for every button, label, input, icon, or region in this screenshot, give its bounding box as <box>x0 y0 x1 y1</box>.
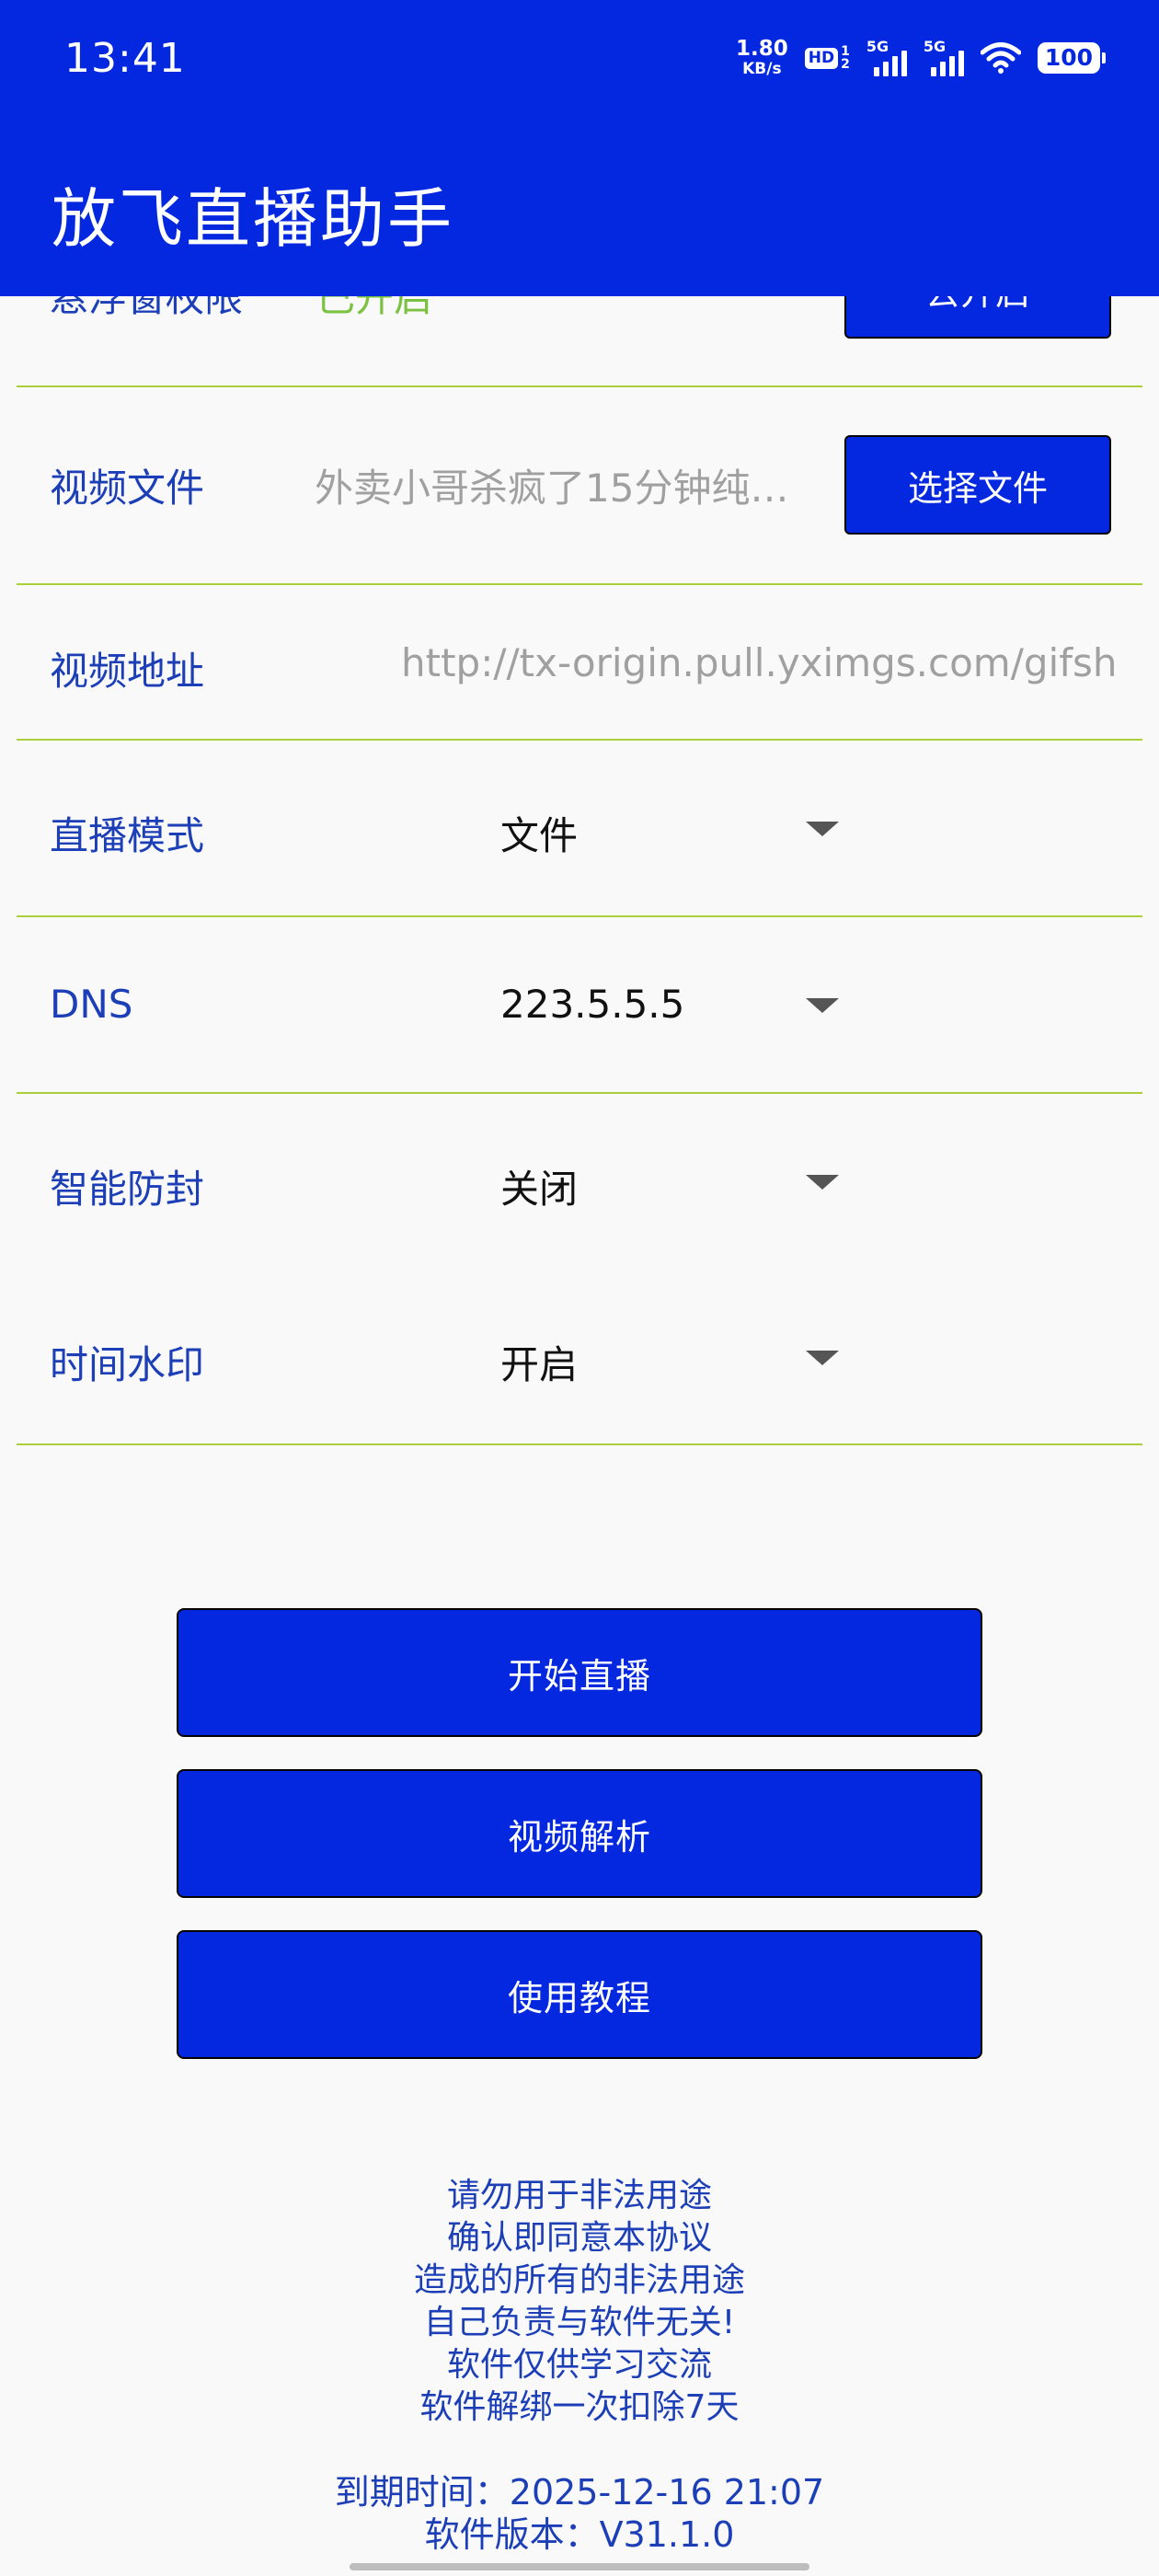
chevron-down-icon[interactable] <box>806 1351 839 1365</box>
time-watermark-select[interactable]: 开启 <box>500 1334 578 1390</box>
signal-icon-sim1: 5G <box>866 38 907 76</box>
signal2-label: 5G <box>923 38 947 55</box>
home-indicator[interactable] <box>350 2563 809 2570</box>
video-file-row: 视频文件 外卖小哥杀疯了15分钟纯… 选择文件 <box>17 387 1142 584</box>
wifi-icon <box>980 42 1021 74</box>
status-icons: 1.80 KB/s HD 1 2 5G 5G 100 <box>736 38 1107 77</box>
video-url-input[interactable]: http://tx-origin.pull.yximgs.com/gifsh <box>401 640 1124 685</box>
app-meta: 到期时间：2025-12-16 21:07 软件版本：V31.1.0 <box>0 2471 1159 2556</box>
hd-voice-icon: HD 1 2 <box>804 44 850 72</box>
signal1-label: 5G <box>866 38 889 55</box>
net-speed: 1.80 KB/s <box>736 39 788 77</box>
notice-line: 软件仅供学习交流 <box>446 2346 712 2384</box>
status-time: 13:41 <box>64 35 186 82</box>
notice-line: 造成的所有的非法用途 <box>413 2261 745 2299</box>
video-url-row: 视频地址 http://tx-origin.pull.yximgs.com/gi… <box>17 585 1142 740</box>
video-file-label: 视频文件 <box>50 466 205 511</box>
hd-label: HD <box>804 47 839 69</box>
live-mode-select[interactable]: 文件 <box>500 805 578 861</box>
time-watermark-label: 时间水印 <box>50 1342 205 1387</box>
divider <box>17 1443 1142 1445</box>
app-bar: 13:41 1.80 KB/s HD 1 2 5G 5G 100 放飞直播助手 <box>0 0 1159 296</box>
anti-ban-label: 智能防封 <box>50 1167 205 1212</box>
net-speed-unit: KB/s <box>742 60 782 78</box>
disclaimer-notice: 请勿用于非法用途 确认即同意本协议 造成的所有的非法用途 自己负责与软件无关! … <box>0 2175 1159 2429</box>
anti-ban-select[interactable]: 关闭 <box>500 1158 578 1214</box>
choose-file-button[interactable]: 选择文件 <box>844 435 1111 535</box>
hd-sub-top: 1 <box>841 44 850 59</box>
hd-sub-bottom: 2 <box>841 57 850 72</box>
video-file-name: 外卖小哥杀疯了15分钟纯… <box>315 466 789 511</box>
dns-select[interactable]: 223.5.5.5 <box>500 982 684 1027</box>
video-parse-button[interactable]: 视频解析 <box>177 1769 982 1898</box>
start-live-button[interactable]: 开始直播 <box>177 1608 982 1737</box>
signal-icon-sim2: 5G <box>923 38 964 76</box>
video-url-label: 视频地址 <box>50 649 205 694</box>
tutorial-button[interactable]: 使用教程 <box>177 1930 982 2059</box>
page-title: 放飞直播助手 <box>52 181 454 257</box>
battery-icon: 100 <box>1037 42 1107 74</box>
chevron-down-icon[interactable] <box>806 822 839 836</box>
anti-ban-row: 智能防封 关闭 <box>17 1094 1142 1269</box>
chevron-down-icon[interactable] <box>806 998 839 1013</box>
notice-line: 确认即同意本协议 <box>446 2219 712 2257</box>
app-version: 软件版本：V31.1.0 <box>424 2514 735 2555</box>
dns-row: DNS 223.5.5.5 <box>17 917 1142 1092</box>
time-watermark-row: 时间水印 开启 <box>17 1270 1142 1444</box>
notice-line: 软件解绑一次扣除7天 <box>419 2388 740 2426</box>
live-mode-label: 直播模式 <box>50 813 205 858</box>
dns-label: DNS <box>50 982 133 1027</box>
expiry-time: 到期时间：2025-12-16 21:07 <box>334 2472 825 2513</box>
notice-line: 请勿用于非法用途 <box>446 2177 712 2214</box>
notice-line: 自己负责与软件无关! <box>423 2304 736 2341</box>
net-speed-value: 1.80 <box>735 37 788 61</box>
chevron-down-icon[interactable] <box>806 1175 839 1190</box>
live-mode-row: 直播模式 文件 <box>17 741 1142 915</box>
